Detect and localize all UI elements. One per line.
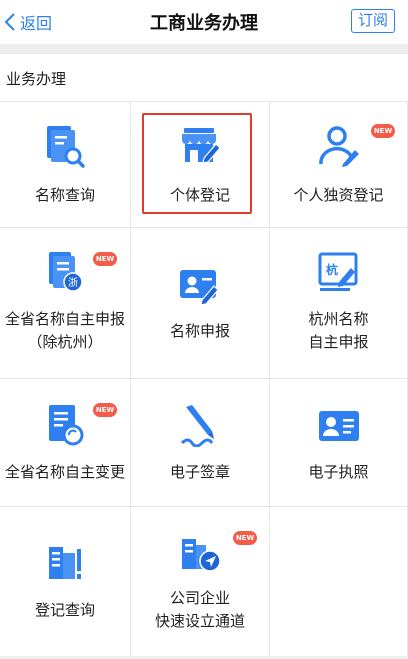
service-item-e-signature[interactable]: 电子签章 xyxy=(131,379,270,507)
service-item-label: 杭州名称 自主申报 xyxy=(308,310,369,351)
service-item-label: 个人独资登记 xyxy=(293,186,384,204)
top-nav-bar: 返回 工商业务办理 订阅 xyxy=(0,0,408,44)
service-item-hangzhou-declaration[interactable]: 杭 杭州名称 自主申报 xyxy=(270,228,408,379)
page-title: 工商业务办理 xyxy=(150,13,258,34)
header-divider xyxy=(0,44,408,54)
new-badge: NEW xyxy=(93,252,117,266)
subscribe-button[interactable]: 订阅 xyxy=(351,9,395,33)
new-badge: NEW xyxy=(233,531,257,545)
service-item-name-declaration[interactable]: 名称申报 xyxy=(131,228,270,379)
hangzhou-edit-icon: 杭 xyxy=(318,252,357,291)
service-item-label: 电子执照 xyxy=(308,463,369,481)
service-item-name-query[interactable]: 名称查询 xyxy=(0,102,131,228)
building-query-icon xyxy=(49,547,81,579)
service-item-e-license[interactable]: 电子执照 xyxy=(270,379,408,507)
document-refresh-icon xyxy=(49,405,84,446)
service-item-label: 全省名称自主变更 xyxy=(4,463,125,481)
empty-grid-cell xyxy=(270,507,408,657)
service-item-registration-query[interactable]: 登记查询 xyxy=(0,507,131,657)
document-search-icon xyxy=(47,126,85,168)
service-item-sole-proprietorship[interactable]: NEW 个人独资登记 xyxy=(270,102,408,228)
building-send-icon xyxy=(182,539,221,572)
new-badge: NEW xyxy=(371,124,395,138)
section-title: 业务办理 xyxy=(6,70,67,88)
service-item-province-name-change[interactable]: NEW 全省名称自主变更 xyxy=(0,379,131,507)
id-card-edit-icon xyxy=(180,270,219,306)
license-card-icon xyxy=(318,411,359,441)
service-item-label: 名称申报 xyxy=(169,322,230,340)
new-badge: NEW xyxy=(93,403,117,417)
svg-text:杭: 杭 xyxy=(325,262,337,277)
svg-text:浙: 浙 xyxy=(68,277,78,289)
person-edit-icon xyxy=(318,126,359,167)
service-item-fast-setup-channel[interactable]: NEW 公司企业 快速设立通道 xyxy=(131,507,270,657)
service-item-label: 登记查询 xyxy=(34,601,95,619)
service-item-label: 公司企业 快速设立通道 xyxy=(154,589,245,630)
service-item-label: 全省名称自主申报 （除杭州） xyxy=(4,310,125,351)
service-item-province-name-declaration[interactable]: 浙 NEW 全省名称自主申报 （除杭州） xyxy=(0,228,131,379)
service-item-label: 电子签章 xyxy=(169,463,230,481)
service-item-label: 名称查询 xyxy=(34,186,95,204)
pen-sign-icon xyxy=(180,405,214,447)
highlight-frame xyxy=(142,113,252,214)
zhejiang-document-icon: 浙 xyxy=(49,252,83,292)
